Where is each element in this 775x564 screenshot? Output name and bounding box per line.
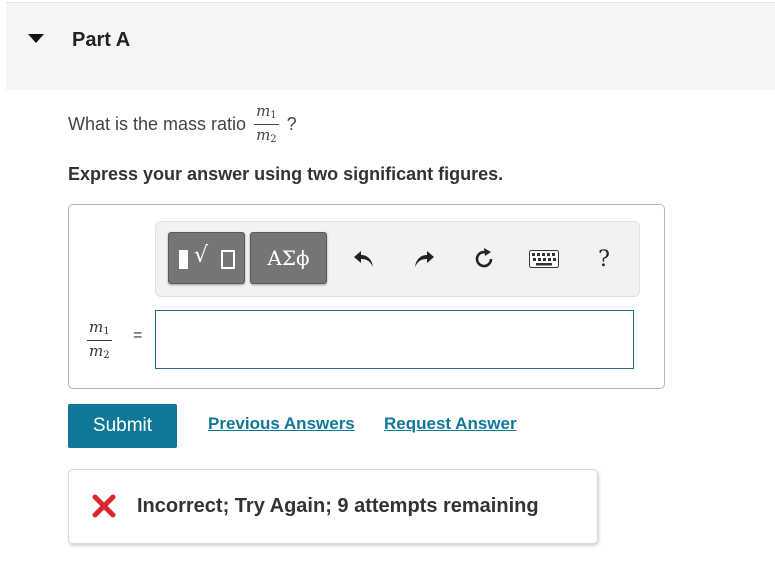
ratio-numerator-sub: 1 (270, 110, 277, 121)
greek-symbols-button[interactable]: ΑΣϕ (250, 232, 327, 284)
keyboard-icon[interactable] (529, 244, 559, 274)
part-title: Part A (72, 29, 131, 51)
redo-icon[interactable] (409, 244, 439, 274)
reset-icon[interactable] (469, 244, 499, 274)
submit-button[interactable]: Submit (68, 404, 177, 448)
part-header: Part A (6, 2, 775, 90)
ratio-denominator-var: m (256, 126, 271, 144)
lhs-denominator-var: m (89, 342, 104, 360)
question-text: What is the mass ratio m1 m2 ? (68, 104, 297, 145)
collapse-arrow-icon[interactable] (28, 34, 44, 43)
ratio-denominator-sub: 2 (270, 134, 277, 145)
lhs-denominator-sub: 2 (103, 350, 110, 361)
answer-lhs: m1 m2 (87, 319, 112, 361)
incorrect-x-icon (91, 493, 117, 519)
lhs-numerator-var: m (89, 318, 104, 336)
templates-button[interactable]: √ (168, 232, 245, 284)
instructions: Express your answer using two significan… (68, 164, 504, 184)
undo-icon[interactable] (349, 244, 379, 274)
question-prefix: What is the mass ratio (68, 114, 247, 134)
equals-sign: = (133, 327, 143, 344)
previous-answers-link[interactable]: Previous Answers (208, 414, 355, 434)
lhs-numerator-sub: 1 (103, 326, 110, 337)
lhs-fraction: m1 m2 (87, 320, 112, 361)
question-suffix: ? (286, 114, 297, 134)
mass-ratio-fraction: m1 m2 (254, 104, 279, 145)
answer-input[interactable] (155, 310, 634, 369)
answer-box: √ ΑΣϕ ? m1 m2 = (68, 204, 665, 389)
math-toolbar: √ ΑΣϕ ? (155, 221, 640, 297)
request-answer-link[interactable]: Request Answer (384, 414, 517, 434)
feedback-panel: Incorrect; Try Again; 9 attempts remaini… (68, 469, 598, 544)
feedback-message: Incorrect; Try Again; 9 attempts remaini… (137, 495, 539, 517)
ratio-numerator-var: m (256, 102, 271, 120)
help-icon[interactable]: ? (589, 244, 619, 274)
